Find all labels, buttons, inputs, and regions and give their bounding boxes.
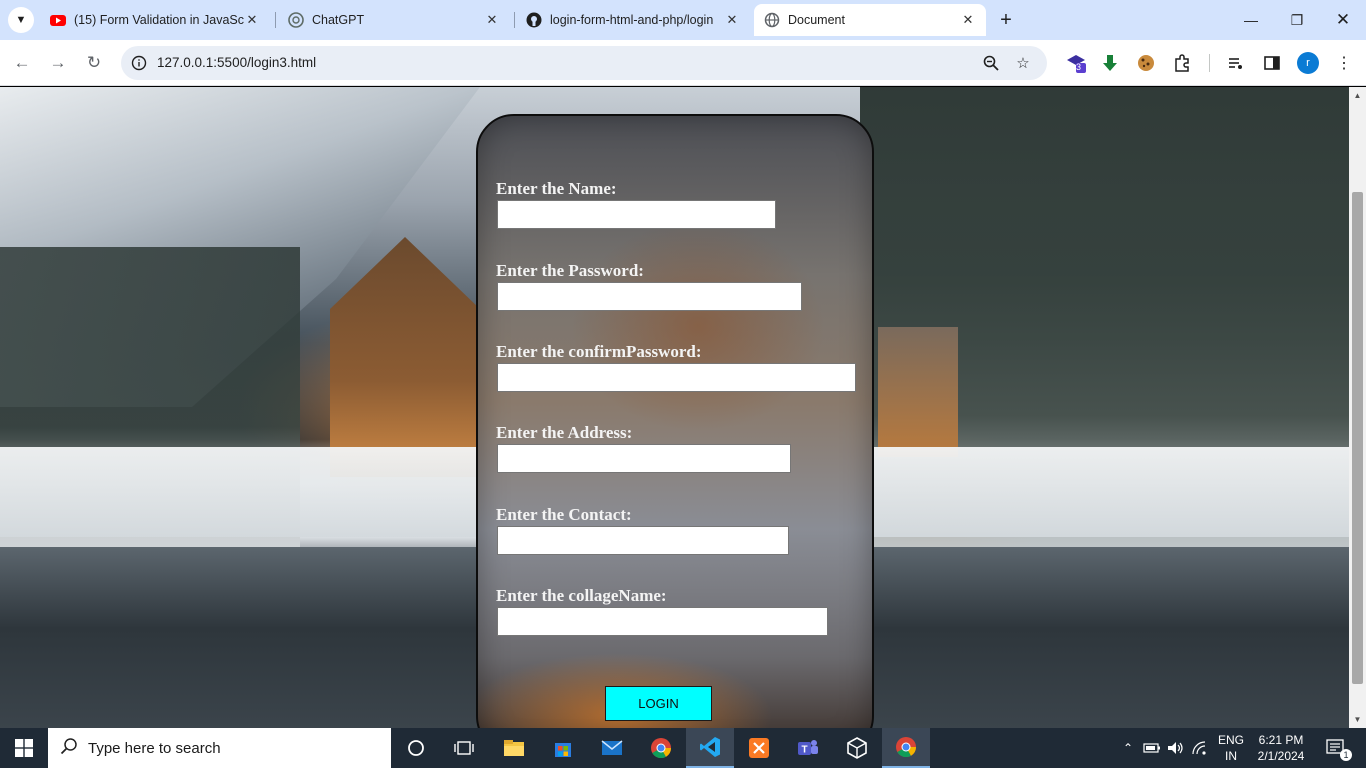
scroll-up-arrow-icon[interactable]: ▲ [1349, 87, 1366, 104]
chrome-active-icon[interactable] [882, 728, 930, 768]
close-tab-icon[interactable]: ✕ [960, 12, 976, 28]
close-tab-icon[interactable]: ✕ [484, 12, 500, 28]
clock-time: 6:21 PM [1258, 733, 1304, 747]
extensions-puzzle-icon[interactable] [1170, 51, 1194, 75]
task-view-icon[interactable] [440, 728, 488, 768]
name-label: Enter the Name: [496, 179, 617, 198]
registration-form: Enter the Name: Enter the Password: Ente… [476, 114, 874, 728]
download-extension-icon[interactable] [1098, 51, 1122, 75]
background-cabin [330, 237, 480, 477]
microsoft-store-icon[interactable] [539, 728, 587, 768]
language-code: ENG [1217, 733, 1244, 747]
windows-taskbar: Type here to search T ⌃ ENG IN 6:21 PM 2… [0, 728, 1366, 768]
chatgpt-icon [288, 12, 304, 28]
media-control-icon[interactable] [1224, 51, 1248, 75]
tab-title: (15) Form Validation in JavaScri [74, 13, 244, 27]
language-indicator[interactable]: ENG IN [1214, 732, 1248, 764]
back-button[interactable]: ← [9, 50, 35, 76]
tab-search-button[interactable]: ▼ [8, 7, 34, 33]
tab-separator [514, 12, 515, 28]
password-label: Enter the Password: [496, 261, 644, 280]
profile-avatar[interactable]: r [1297, 52, 1319, 74]
close-tab-icon[interactable]: ✕ [244, 12, 260, 28]
mail-icon[interactable] [588, 728, 636, 768]
minimize-button[interactable]: — [1228, 0, 1274, 40]
tab-form-validation[interactable]: (15) Form Validation in JavaScri ✕ [40, 4, 270, 36]
side-panel-icon[interactable] [1260, 51, 1284, 75]
forward-button[interactable]: → [45, 50, 71, 76]
page-scrollbar[interactable]: ▲ ▼ [1349, 87, 1366, 728]
system-clock[interactable]: 6:21 PM 2/1/2024 [1248, 732, 1314, 764]
close-tab-icon[interactable]: ✕ [724, 12, 740, 28]
cookie-extension-icon[interactable] [1134, 51, 1158, 75]
tab-strip: ▼ (15) Form Validation in JavaScri ✕ Cha… [0, 0, 1366, 40]
notification-center-icon[interactable]: 1 [1320, 728, 1352, 768]
close-window-button[interactable]: ✕ [1320, 0, 1366, 40]
language-region: IN [1225, 749, 1237, 763]
bookmark-star-icon[interactable]: ☆ [1013, 53, 1033, 73]
volume-icon[interactable] [1166, 728, 1186, 768]
address-input[interactable] [497, 444, 791, 473]
address-label: Enter the Address: [496, 423, 633, 442]
start-button[interactable] [0, 728, 48, 768]
tab-github[interactable]: login-form-html-and-php/login ✕ [516, 4, 750, 36]
search-icon [60, 737, 80, 760]
virtualbox-icon[interactable] [833, 728, 881, 768]
chrome-icon[interactable] [637, 728, 685, 768]
clock-date: 2/1/2024 [1257, 749, 1305, 763]
toolbar-divider [1209, 54, 1210, 72]
xampp-icon[interactable] [735, 728, 783, 768]
github-icon [526, 12, 542, 28]
scrollbar-thumb[interactable] [1352, 192, 1363, 684]
new-tab-button[interactable]: + [994, 8, 1018, 32]
name-input[interactable] [497, 200, 776, 229]
file-explorer-icon[interactable] [490, 728, 538, 768]
college-name-label: Enter the collageName: [496, 586, 667, 605]
extension-badge-count: 3 [1076, 62, 1082, 72]
tab-chatgpt[interactable]: ChatGPT ✕ [278, 4, 510, 36]
contact-label: Enter the Contact: [496, 505, 632, 524]
svg-text:T: T [802, 745, 808, 756]
extension-badge-icon[interactable]: 3 [1064, 51, 1088, 75]
login-button[interactable]: LOGIN [605, 686, 712, 721]
globe-icon [764, 12, 780, 28]
notification-count-badge: 1 [1340, 749, 1352, 761]
wifi-icon[interactable] [1190, 728, 1210, 768]
search-placeholder: Type here to search [88, 739, 221, 757]
show-hidden-icons-chevron-icon[interactable]: ⌃ [1118, 728, 1138, 768]
zoom-icon[interactable] [981, 53, 1001, 73]
college-name-input[interactable] [497, 607, 828, 636]
battery-icon[interactable] [1142, 728, 1162, 768]
scroll-down-arrow-icon[interactable]: ▼ [1349, 711, 1366, 728]
tab-title: login-form-html-and-php/login [550, 13, 714, 27]
cortana-icon[interactable] [392, 728, 440, 768]
windows-logo-icon [15, 739, 33, 757]
taskbar-search[interactable]: Type here to search [48, 728, 391, 768]
teams-icon[interactable]: T [784, 728, 832, 768]
youtube-icon [50, 12, 66, 28]
page-background: Enter the Name: Enter the Password: Ente… [0, 87, 1349, 728]
confirm-password-input[interactable] [497, 363, 856, 392]
reload-button[interactable]: ↻ [81, 50, 107, 76]
browser-toolbar: ← → ↻ 127.0.0.1:5500/login3.html ☆ 3 r ⋮ [0, 40, 1366, 86]
tab-title: Document [788, 13, 845, 27]
tab-document[interactable]: Document ✕ [754, 4, 986, 36]
confirm-password-label: Enter the confirmPassword: [496, 342, 702, 361]
url-text: 127.0.0.1:5500/login3.html [157, 55, 317, 70]
tab-separator [275, 12, 276, 28]
password-input[interactable] [497, 282, 802, 311]
background-cabin-small [878, 327, 958, 457]
restore-button[interactable]: ❐ [1274, 0, 1320, 40]
address-bar[interactable]: 127.0.0.1:5500/login3.html ☆ [121, 46, 1047, 80]
vscode-icon[interactable] [686, 728, 734, 768]
site-info-icon[interactable] [131, 55, 147, 71]
contact-input[interactable] [497, 526, 789, 555]
tab-title: ChatGPT [312, 13, 365, 27]
menu-kebab-icon[interactable]: ⋮ [1332, 51, 1356, 75]
